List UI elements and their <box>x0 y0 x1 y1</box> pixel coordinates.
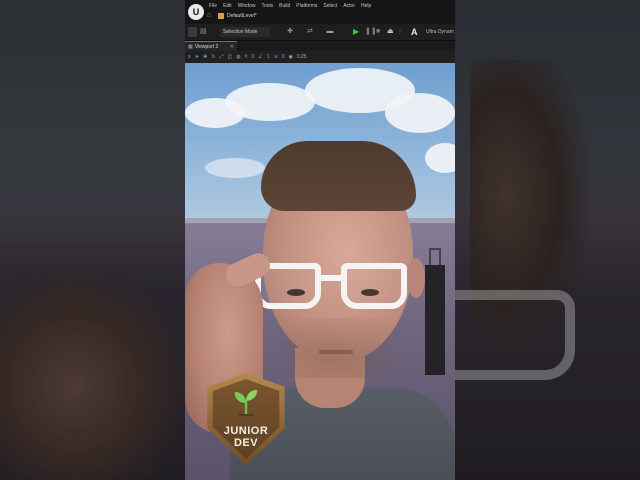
viewport-tab[interactable]: ▦ Viewport 2 ✕ <box>185 41 237 51</box>
cloud <box>425 143 455 173</box>
world-icon[interactable]: ◍ <box>236 54 240 60</box>
blueprint-icon[interactable]: ⇄ <box>303 27 317 37</box>
menu-platforms[interactable]: Platforms <box>293 3 320 10</box>
white-glasses <box>255 263 415 313</box>
hamburger-icon[interactable]: ≡ <box>188 54 191 60</box>
surface-snap-icon[interactable]: ◫ <box>228 54 233 60</box>
junior-dev-badge: JUNIOR DEV <box>203 373 289 465</box>
camera-speed-value[interactable]: 0.25 <box>297 54 307 60</box>
menu-list: File Edit Window Tools Build Platforms S… <box>206 3 374 10</box>
angle-snap-icon[interactable]: ∠ <box>258 54 262 60</box>
cinematics-icon[interactable]: ▬ <box>323 27 337 37</box>
menu-bar: U File Edit Window Tools Build Platforms… <box>185 0 455 24</box>
menu-select[interactable]: Select <box>320 3 340 10</box>
viewport-toolbar: ≡ ➤ ✥ ↻ ⤢ ◫ ◍ # 0 ∠ 1 ⇲ 0 ◉ 0.25 <box>185 51 455 63</box>
stop-icon[interactable]: ■ <box>376 27 384 37</box>
more-options-icon[interactable]: ⋮ <box>397 27 405 37</box>
grid-snap-icon[interactable]: # <box>245 54 248 60</box>
level-name: DefaultLevel* <box>227 13 257 19</box>
viewport-tab-bar: ▦ Viewport 2 ✕ <box>185 41 455 51</box>
menu-window[interactable]: Window <box>235 3 259 10</box>
menu-edit[interactable]: Edit <box>220 3 235 10</box>
unreal-editor-window: U File Edit Window Tools Build Platforms… <box>185 0 455 480</box>
close-icon[interactable]: ✕ <box>230 44 234 50</box>
add-actor-icon[interactable]: ✚ <box>283 27 297 37</box>
cloud <box>205 158 265 178</box>
dark-object <box>425 265 445 375</box>
person-beard <box>280 318 395 378</box>
badge-text-junior: JUNIOR <box>223 425 269 437</box>
viewport-tab-label: Viewport 2 <box>194 43 219 50</box>
sprout-icon <box>234 390 258 416</box>
move-icon[interactable]: ✥ <box>203 54 207 60</box>
ultra-dynamic-logo-icon[interactable]: A <box>411 27 421 37</box>
cloud <box>385 93 455 133</box>
selection-mode-label: Selection Mode <box>223 29 258 35</box>
person-mouth <box>319 350 353 354</box>
camera-speed-icon[interactable]: ◉ <box>288 54 292 60</box>
viewport-icon: ▦ <box>188 43 193 50</box>
person-hair <box>261 141 416 211</box>
scale-snap-icon[interactable]: ⇲ <box>273 54 277 60</box>
grid-snap-value[interactable]: 0 <box>251 54 254 60</box>
main-toolbar: ▤ Selection Mode ✚ ⇄ ▬ ▶ ❚❚ ■ ⏏ ⋮ A Ultr… <box>185 24 455 41</box>
menu-help[interactable]: Help <box>358 3 374 10</box>
selection-mode-dropdown[interactable]: Selection Mode <box>220 27 270 37</box>
rotate-icon[interactable]: ↻ <box>211 54 215 60</box>
menu-build[interactable]: Build <box>276 3 293 10</box>
content-folder-icon[interactable]: ▤ <box>200 27 209 37</box>
ultra-dynamic-button[interactable]: Ultra Dynam <box>426 27 455 37</box>
menu-file[interactable]: File <box>206 3 220 10</box>
menu-actor[interactable]: Actor <box>340 3 358 10</box>
home-icon[interactable]: ⌂ <box>207 12 215 20</box>
glasses-lens-right <box>341 263 407 309</box>
play-icon[interactable]: ▶ <box>353 27 361 37</box>
menu-tools[interactable]: Tools <box>258 3 276 10</box>
level-viewport[interactable]: JUNIOR DEV <box>185 63 455 480</box>
save-icon[interactable] <box>188 27 197 37</box>
angle-snap-value[interactable]: 1 <box>267 54 270 60</box>
pause-icon[interactable]: ❚❚ <box>365 27 377 37</box>
scale-snap-value[interactable]: 0 <box>282 54 285 60</box>
unreal-logo-icon[interactable]: U <box>188 4 204 20</box>
scale-icon[interactable]: ⤢ <box>220 54 224 60</box>
select-icon[interactable]: ➤ <box>195 54 199 60</box>
eject-icon[interactable]: ⏏ <box>387 27 395 37</box>
level-icon <box>218 13 224 19</box>
badge-text-dev: DEV <box>233 437 259 449</box>
level-tab[interactable]: ⌂ DefaultLevel* <box>207 12 257 20</box>
cloud <box>225 83 315 121</box>
